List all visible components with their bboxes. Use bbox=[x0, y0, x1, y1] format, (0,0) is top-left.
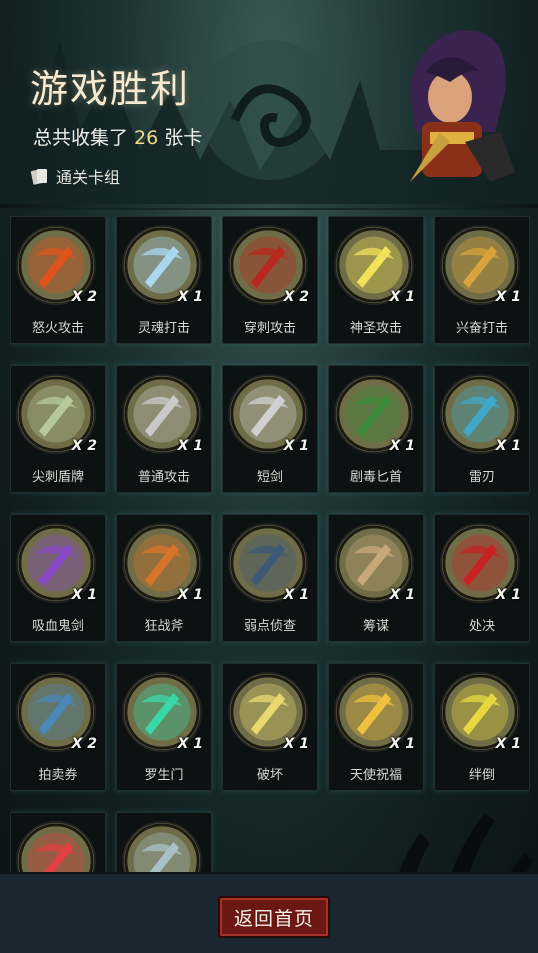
card-count: X 1 bbox=[283, 438, 309, 454]
card-tile[interactable] bbox=[116, 812, 212, 873]
card-count: X 1 bbox=[389, 289, 415, 305]
card-count: X 1 bbox=[283, 736, 309, 752]
card-name: 神圣攻击 bbox=[349, 321, 402, 336]
card-count: X 1 bbox=[71, 587, 97, 603]
card-count: X 1 bbox=[389, 587, 415, 603]
card-count: X 1 bbox=[283, 587, 309, 603]
card-tile[interactable]: X 1 天使祝福 bbox=[328, 663, 424, 791]
card-name: 兴奋打击 bbox=[455, 321, 508, 336]
card-name: 剧毒匕首 bbox=[349, 470, 402, 485]
card-tile[interactable]: X 1 神圣攻击 bbox=[328, 216, 424, 344]
card-count: X 1 bbox=[389, 736, 415, 752]
card-name: 穿刺攻击 bbox=[243, 321, 296, 336]
deck-tab[interactable]: 通关卡组 bbox=[30, 164, 120, 188]
card-tile[interactable]: X 1 弱点侦查 bbox=[222, 514, 318, 642]
card-tile[interactable]: X 1 绊倒 bbox=[434, 663, 530, 791]
card-name: 吸血鬼剑 bbox=[31, 619, 84, 634]
card-count: X 1 bbox=[389, 438, 415, 454]
card-tile[interactable]: X 1 剧毒匕首 bbox=[328, 365, 424, 493]
card-name: 怒火攻击 bbox=[31, 321, 84, 336]
deck-label: 通关卡组 bbox=[56, 168, 121, 187]
card-tile[interactable] bbox=[10, 812, 106, 873]
card-name: 天使祝福 bbox=[349, 768, 402, 783]
card-tile[interactable]: X 1 雷刃 bbox=[434, 365, 530, 493]
card-tile[interactable]: X 2 怒火攻击 bbox=[10, 216, 106, 344]
angel-heart-icon bbox=[16, 821, 96, 873]
card-name: 弱点侦查 bbox=[243, 619, 296, 634]
card-name: 短剑 bbox=[256, 470, 283, 485]
card-name: 普通攻击 bbox=[137, 470, 190, 485]
card-tile[interactable]: X 2 拍卖券 bbox=[10, 663, 106, 791]
header-divider bbox=[0, 204, 538, 208]
hero-character-icon bbox=[410, 30, 515, 182]
card-count: X 1 bbox=[495, 736, 521, 752]
card-name: 雷刃 bbox=[468, 470, 495, 485]
card-tile[interactable]: X 1 吸血鬼剑 bbox=[10, 514, 106, 642]
card-tile[interactable]: X 2 尖刺盾牌 bbox=[10, 365, 106, 493]
card-tile[interactable]: X 2 穿刺攻击 bbox=[222, 216, 318, 344]
card-count: X 2 bbox=[71, 736, 97, 752]
cards-icon bbox=[30, 169, 47, 185]
card-count: X 2 bbox=[283, 289, 309, 305]
collected-summary: 总共收集了 26 张卡 bbox=[33, 123, 202, 150]
card-tile[interactable]: X 1 普通攻击 bbox=[116, 365, 212, 493]
card-name: 狂战斧 bbox=[144, 619, 184, 634]
card-tile[interactable]: X 1 灵魂打击 bbox=[116, 216, 212, 344]
card-tile[interactable]: X 1 罗生门 bbox=[116, 663, 212, 791]
card-name: 罗生门 bbox=[144, 768, 184, 783]
card-count: X 1 bbox=[495, 587, 521, 603]
victory-header: 游戏胜利 总共收集了 26 张卡 通关卡组 bbox=[0, 0, 538, 205]
card-count: X 2 bbox=[71, 438, 97, 454]
card-tile[interactable]: X 1 处决 bbox=[434, 514, 530, 642]
card-tile[interactable]: X 1 兴奋打击 bbox=[434, 216, 530, 344]
card-name: 处决 bbox=[468, 619, 495, 634]
card-count: X 1 bbox=[177, 438, 203, 454]
card-tile[interactable]: X 1 短剑 bbox=[222, 365, 318, 493]
card-name: 灵魂打击 bbox=[137, 321, 190, 336]
card-count: X 1 bbox=[177, 289, 203, 305]
card-tile[interactable]: X 1 筹谋 bbox=[328, 514, 424, 642]
card-count: X 1 bbox=[495, 438, 521, 454]
collected-prefix: 总共收集了 bbox=[33, 127, 129, 149]
return-home-button[interactable]: 返回首页 bbox=[218, 896, 330, 938]
card-count: X 1 bbox=[495, 289, 521, 305]
card-count: X 2 bbox=[71, 289, 97, 305]
card-name: 尖刺盾牌 bbox=[31, 470, 84, 485]
card-grid: X 2 怒火攻击 X 1 灵魂打击 X 2 穿刺攻击 X 1 神圣攻击 X 1 兴奋打击 X 2 尖刺… bbox=[10, 216, 530, 873]
page-title: 游戏胜利 bbox=[30, 67, 191, 111]
card-name: 绊倒 bbox=[468, 768, 495, 783]
card-tile[interactable]: X 1 狂战斧 bbox=[116, 514, 212, 642]
stone-golem-icon bbox=[122, 821, 202, 873]
card-name: 拍卖券 bbox=[38, 768, 78, 783]
card-tile[interactable]: X 1 破坏 bbox=[222, 663, 318, 791]
card-count: X 1 bbox=[177, 587, 203, 603]
card-name: 破坏 bbox=[256, 768, 283, 783]
collected-suffix: 张卡 bbox=[164, 127, 203, 149]
card-count: X 1 bbox=[177, 736, 203, 752]
card-name: 筹谋 bbox=[362, 619, 389, 634]
card-total: 26 bbox=[134, 127, 159, 149]
